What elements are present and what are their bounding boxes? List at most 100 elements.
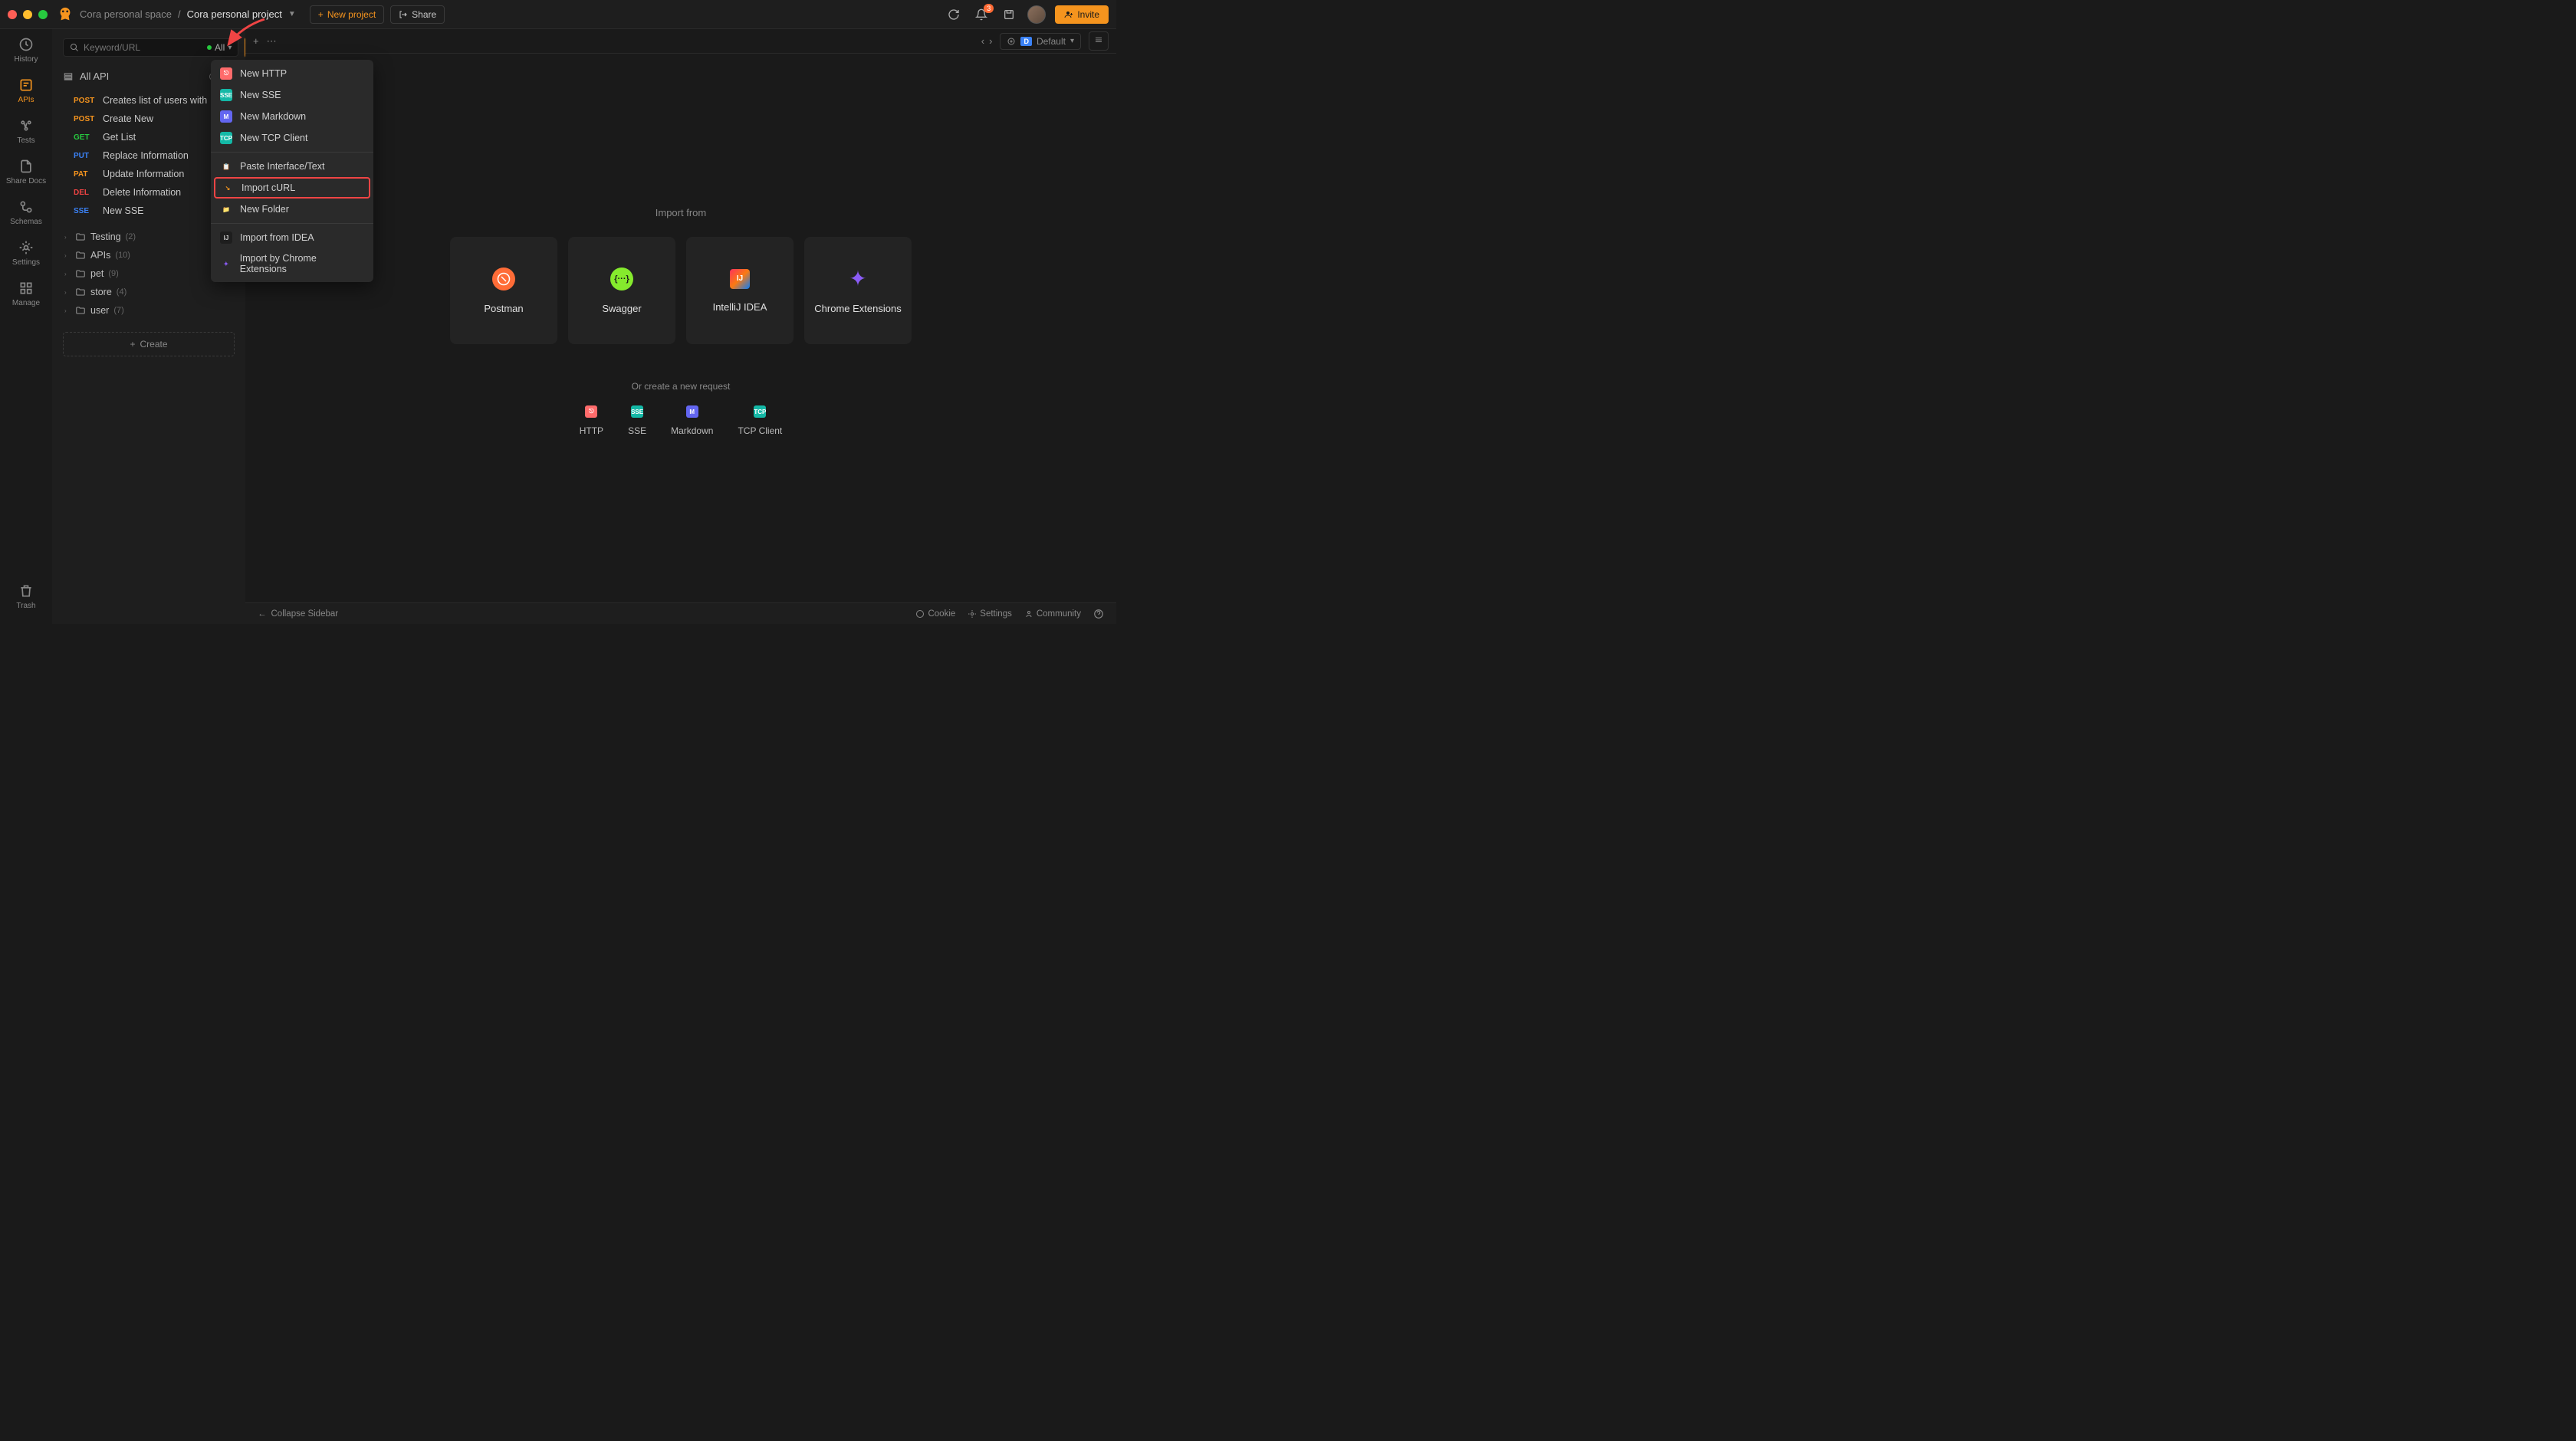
dropdown-item[interactable]: MNew Markdown	[211, 106, 373, 127]
folder-name: user	[90, 305, 109, 316]
cookie-label: Cookie	[928, 609, 955, 619]
share-label: Share	[412, 9, 436, 20]
menu-item-icon: IJ	[220, 231, 232, 244]
filter-dropdown[interactable]: All ▾	[207, 42, 232, 53]
dropdown-item[interactable]: ⎋New HTTP	[211, 63, 373, 84]
api-name: Update Information	[103, 169, 184, 179]
environment-selector[interactable]: D Default ▾	[1000, 33, 1081, 50]
search-input[interactable]	[84, 42, 202, 53]
import-card[interactable]: {···}Swagger	[568, 237, 675, 344]
rail-apis[interactable]: APIs	[18, 77, 34, 104]
import-card[interactable]: ✦Chrome Extensions	[804, 237, 912, 344]
folder-count: (7)	[113, 306, 123, 315]
window-close[interactable]	[8, 10, 17, 19]
menu-item-icon: ↘	[222, 182, 234, 194]
create-request-item[interactable]: MMarkdown	[671, 405, 713, 436]
folder-icon	[75, 231, 86, 242]
breadcrumb-workspace[interactable]: Cora personal space	[80, 8, 172, 20]
method-badge: POST	[74, 115, 97, 123]
community-link[interactable]: Community	[1024, 609, 1081, 619]
card-label: Swagger	[602, 303, 641, 314]
help-button[interactable]	[1093, 609, 1104, 619]
chevron-down-icon[interactable]: ▼	[288, 10, 296, 18]
menu-icon	[1094, 35, 1103, 44]
invite-button[interactable]: Invite	[1055, 5, 1109, 24]
avatar[interactable]	[1027, 5, 1046, 24]
menu-item-label: Import from IDEA	[240, 232, 314, 243]
manage-icon	[18, 281, 34, 296]
help-icon	[1093, 609, 1104, 619]
new-project-button[interactable]: + New project	[310, 5, 384, 24]
rail-share-docs[interactable]: Share Docs	[6, 159, 46, 185]
window-maximize[interactable]	[38, 10, 48, 19]
folder-count: (9)	[108, 269, 118, 278]
rail-history[interactable]: History	[14, 37, 38, 64]
rail-schemas-label: Schemas	[10, 218, 42, 226]
rail-tests[interactable]: Tests	[17, 118, 34, 145]
method-badge: GET	[74, 133, 97, 142]
settings-label: Settings	[980, 609, 1012, 619]
dropdown-item[interactable]: ↘Import cURL	[214, 177, 370, 199]
rail-manage[interactable]: Manage	[12, 281, 40, 307]
rail-share-docs-label: Share Docs	[6, 177, 46, 185]
gear-icon	[968, 609, 977, 619]
breadcrumb-project[interactable]: Cora personal project	[187, 8, 282, 20]
dropdown-item[interactable]: 📋Paste Interface/Text	[211, 156, 373, 177]
intellij-icon: IJ	[730, 269, 750, 289]
postman-icon	[492, 268, 515, 290]
create-request-item[interactable]: TCP TCP Client	[738, 405, 782, 436]
rail-settings[interactable]: Settings	[12, 240, 40, 267]
folder-icon	[75, 287, 86, 297]
rail-schemas[interactable]: Schemas	[10, 199, 42, 226]
all-api-label[interactable]: All API	[80, 71, 202, 82]
request-type-label: TCP Client	[738, 425, 782, 436]
list-toggle-button[interactable]	[1089, 31, 1109, 51]
rail-manage-label: Manage	[12, 299, 40, 307]
request-type-label: HTTP	[580, 425, 603, 436]
method-badge: PUT	[74, 152, 97, 160]
create-request-item[interactable]: SSESSE	[628, 405, 646, 436]
rail-trash-label: Trash	[16, 602, 35, 610]
save-button[interactable]	[1000, 5, 1018, 24]
chevron-down-icon: ▾	[1070, 37, 1074, 45]
save-icon	[1003, 8, 1015, 21]
create-button[interactable]: + Create	[63, 332, 235, 356]
tests-icon	[18, 118, 34, 133]
request-type-icon: TCP	[754, 405, 766, 418]
plus-icon: +	[318, 9, 324, 20]
cookie-link[interactable]: Cookie	[915, 609, 955, 619]
folder-icon	[75, 268, 86, 279]
dropdown-item[interactable]: TCPNew TCP Client	[211, 127, 373, 149]
new-tab-button[interactable]: +	[253, 35, 259, 47]
import-card[interactable]: IJIntelliJ IDEA	[686, 237, 794, 344]
collapse-sidebar-button[interactable]: ← Collapse Sidebar	[258, 609, 338, 619]
dropdown-item[interactable]: ✦Import by Chrome Extensions	[211, 248, 373, 279]
menu-item-icon: 📋	[220, 160, 232, 172]
folder-count: (4)	[117, 287, 127, 297]
nav-forward-button[interactable]: ›	[989, 35, 992, 47]
dropdown-item[interactable]: SSENew SSE	[211, 84, 373, 106]
import-card[interactable]: Postman	[450, 237, 557, 344]
nav-back-button[interactable]: ‹	[981, 35, 984, 47]
search-input-container[interactable]: All ▾	[63, 38, 238, 57]
rail-apis-label: APIs	[18, 96, 34, 104]
rail-trash[interactable]: Trash	[16, 583, 35, 610]
method-badge: SSE	[74, 207, 97, 215]
sync-button[interactable]	[945, 5, 963, 24]
method-badge: POST	[74, 97, 97, 105]
settings-link[interactable]: Settings	[968, 609, 1012, 619]
window-minimize[interactable]	[23, 10, 32, 19]
community-icon	[1024, 609, 1033, 619]
tab-more-button[interactable]: ⋯	[267, 35, 277, 48]
folder-item[interactable]: ›user(7)	[52, 301, 245, 320]
folder-item[interactable]: ›store(4)	[52, 283, 245, 301]
dropdown-item[interactable]: IJ Import from IDEA	[211, 227, 373, 248]
share-button[interactable]: Share	[390, 5, 445, 24]
notifications-button[interactable]: 3	[972, 5, 991, 24]
import-from-title: Import from	[656, 207, 706, 218]
menu-item-label: New SSE	[240, 90, 281, 100]
folder-name: store	[90, 287, 112, 297]
dropdown-item[interactable]: 📁New Folder	[211, 199, 373, 220]
create-request-item[interactable]: ⎋HTTP	[580, 405, 603, 436]
menu-item-label: New TCP Client	[240, 133, 307, 143]
